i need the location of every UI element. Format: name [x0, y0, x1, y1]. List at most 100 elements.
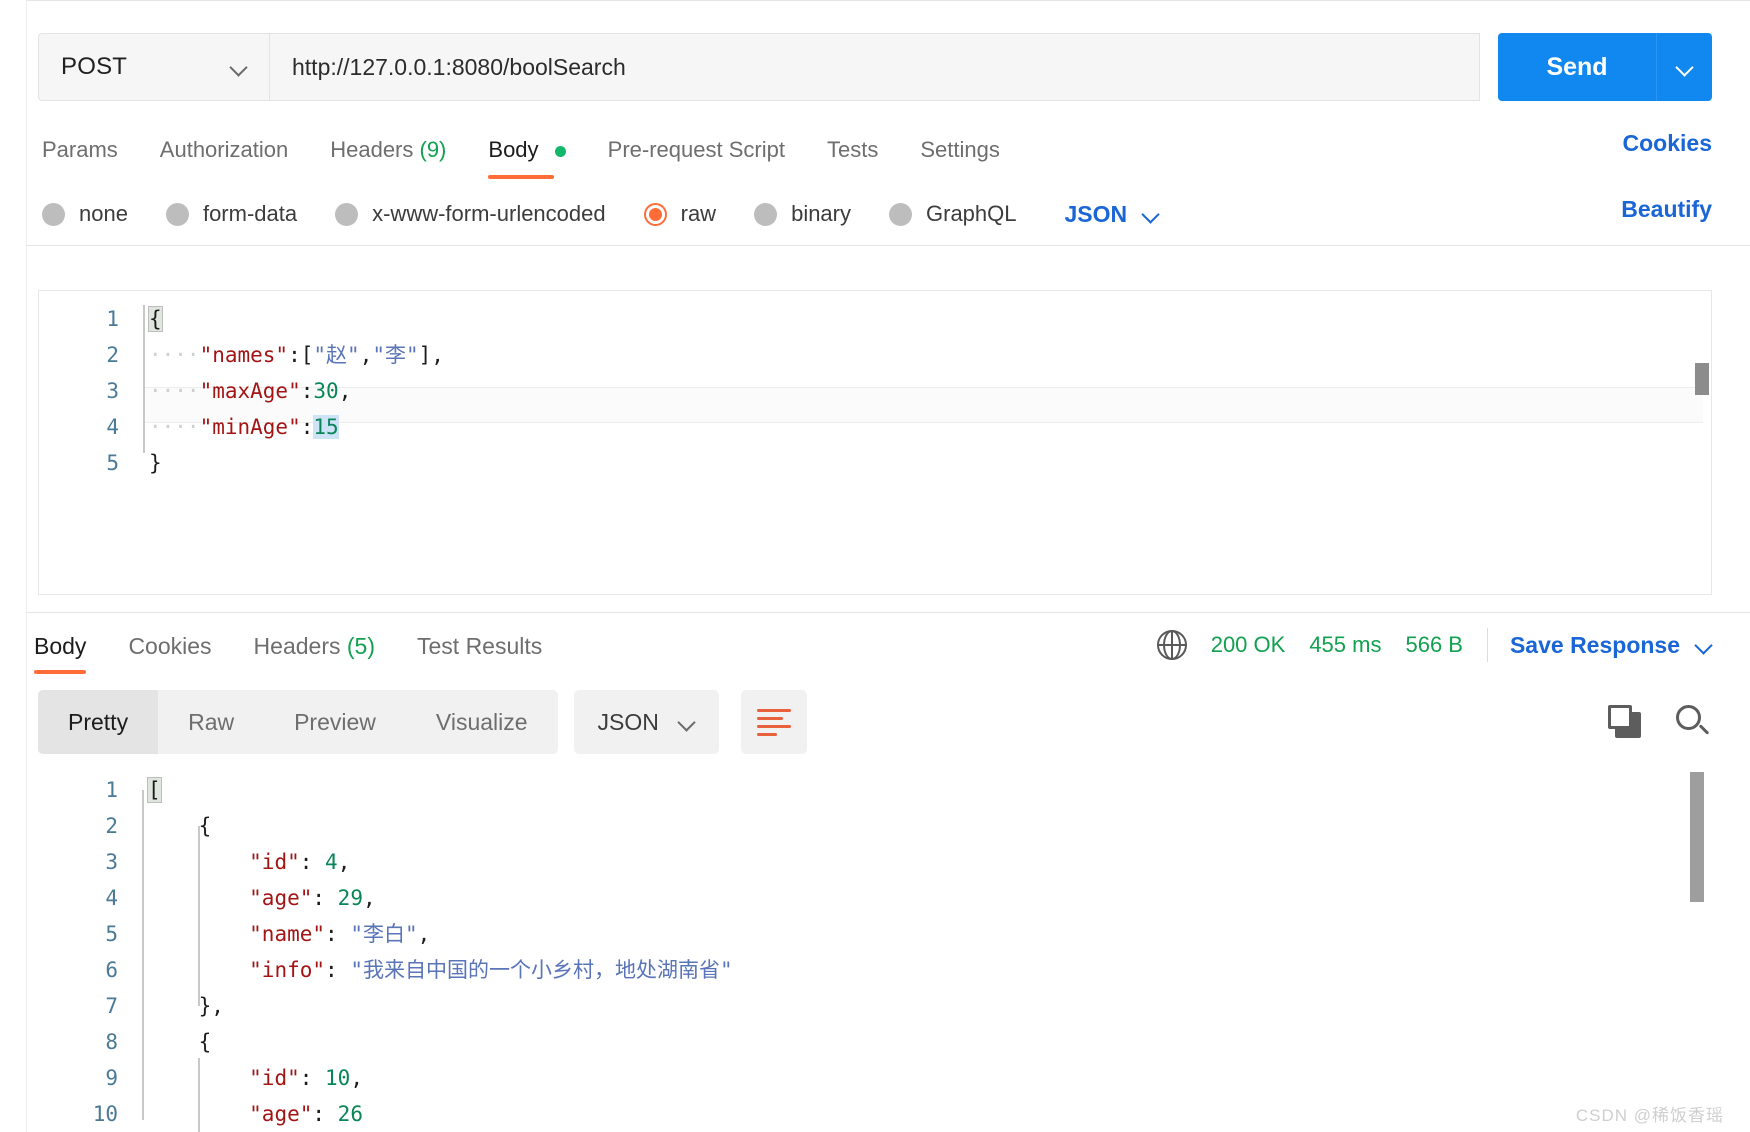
code-line: }	[149, 451, 162, 475]
method-label: POST	[61, 53, 128, 80]
view-mode-visualize[interactable]: Visualize	[406, 690, 558, 754]
watermark: CSDN @稀饭香瑶	[1575, 1106, 1724, 1125]
code-line: ····"names":["赵","李"],	[149, 343, 444, 367]
line-number: 1	[106, 307, 119, 331]
tab-label: Pre-request Script	[607, 137, 785, 162]
response-time: 455 ms	[1309, 632, 1382, 657]
tab-label: Test Results	[417, 632, 543, 659]
response-action-icons	[1608, 690, 1710, 754]
response-size: 566 B	[1405, 632, 1463, 657]
tab-params[interactable]: Params	[42, 137, 146, 163]
beautify-link[interactable]: Beautify	[1621, 196, 1712, 223]
send-button[interactable]: Send	[1498, 33, 1656, 101]
tab-body[interactable]: Body	[488, 137, 593, 179]
view-mode-raw[interactable]: Raw	[158, 690, 264, 754]
body-modified-dot-icon	[554, 145, 566, 157]
response-meta: 200 OK 455 ms 566 B Save Response	[1156, 620, 1712, 670]
response-tabs: Body Cookies Headers (5) Test Results	[34, 618, 584, 674]
body-type-graphql[interactable]: GraphQL	[889, 201, 1017, 227]
tab-label: Params	[42, 137, 118, 162]
response-tab-cookies[interactable]: Cookies	[128, 633, 211, 660]
chevron-down-icon	[1143, 206, 1159, 222]
response-body-viewer[interactable]: 1 2 3 4 5 6 7 8 9 10 [ { "id": 4, "age":…	[38, 768, 1712, 1132]
body-type-raw[interactable]: raw	[643, 201, 717, 227]
radio-label: GraphQL	[926, 201, 1017, 226]
line-number: 10	[92, 1102, 118, 1126]
raw-format-label: JSON	[1064, 200, 1128, 227]
radio-label: raw	[680, 201, 717, 226]
chevron-down-icon	[679, 714, 695, 730]
search-icon[interactable]	[1676, 705, 1710, 739]
view-mode-preview[interactable]: Preview	[264, 690, 406, 754]
code-line: "info": "我来自中国的一个小乡村，地处湖南省"	[249, 958, 733, 982]
save-response-button[interactable]: Save Response	[1510, 632, 1680, 659]
status-badge: 200 OK	[1210, 632, 1286, 657]
response-tab-test-results[interactable]: Test Results	[417, 633, 542, 660]
tab-tests[interactable]: Tests	[827, 137, 906, 163]
view-mode-pretty[interactable]: Pretty	[38, 690, 159, 754]
body-type-none[interactable]: none	[42, 201, 128, 227]
editor-scrollbar[interactable]	[1695, 363, 1709, 395]
active-tab-underline	[34, 669, 87, 674]
code-line: },	[198, 994, 224, 1018]
code-line: "name": "李白",	[249, 922, 431, 946]
response-tab-body[interactable]: Body	[34, 632, 87, 674]
radio-icon	[165, 202, 189, 226]
cookies-link[interactable]: Cookies	[1623, 130, 1712, 157]
request-body-editor[interactable]: 1 2 3 4 5 { ····"names":["赵","李"], ····"…	[38, 290, 1712, 595]
request-code: { ····"names":["赵","李"], ····"maxAge":30…	[148, 301, 1701, 481]
tab-label: Tests	[826, 137, 879, 162]
tab-settings[interactable]: Settings	[920, 137, 1028, 163]
line-number: 2	[105, 814, 118, 838]
tab-pre-request-script[interactable]: Pre-request Script	[608, 137, 813, 163]
body-type-binary[interactable]: binary	[754, 201, 851, 227]
request-line-numbers: 1 2 3 4 5	[39, 301, 119, 481]
code-line: "id": 10,	[249, 1066, 363, 1090]
tab-headers[interactable]: Headers (9)	[330, 137, 474, 163]
chevron-down-icon	[1677, 59, 1693, 75]
globe-icon	[1156, 630, 1187, 660]
tab-label: Body	[34, 632, 87, 659]
code-line: "age": 29,	[249, 886, 376, 910]
meta-divider	[1486, 628, 1488, 662]
radio-label: form-data	[202, 201, 298, 226]
radio-icon	[42, 202, 65, 226]
response-divider	[26, 612, 1750, 613]
wrap-lines-icon	[756, 709, 791, 736]
code-line: ····"minAge":15	[149, 415, 339, 439]
radio-label: x-www-form-urlencoded	[372, 201, 606, 226]
code-line: {	[198, 1030, 212, 1054]
response-scrollbar[interactable]	[1690, 772, 1704, 902]
url-input[interactable]: http://127.0.0.1:8080/boolSearch	[270, 33, 1480, 101]
line-number: 8	[105, 1030, 118, 1054]
line-number: 4	[105, 886, 118, 910]
tab-authorization[interactable]: Authorization	[160, 137, 316, 163]
response-view-toolbar: Pretty Raw Preview Visualize JSON	[38, 690, 807, 754]
copy-icon[interactable]	[1608, 705, 1642, 739]
response-code: [ { "id": 4, "age": 29, "name": "李白", "i…	[147, 772, 1672, 1132]
body-section-divider	[26, 245, 1750, 246]
line-number: 1	[105, 778, 118, 802]
line-number: 4	[106, 415, 119, 439]
response-format-label: JSON	[597, 708, 659, 735]
response-format-dropdown[interactable]: JSON	[573, 690, 719, 754]
fold-gutter	[142, 790, 144, 1120]
wrap-lines-button[interactable]	[740, 690, 807, 754]
code-line: [	[147, 777, 162, 803]
code-line: "id": 4,	[249, 850, 351, 874]
raw-format-dropdown[interactable]: JSON	[1065, 201, 1160, 228]
response-tab-headers[interactable]: Headers (5)	[254, 633, 375, 660]
send-options-button[interactable]	[1656, 33, 1712, 101]
url-text: http://127.0.0.1:8080/boolSearch	[292, 53, 626, 80]
active-tab-underline	[488, 175, 555, 179]
body-type-form-data[interactable]: form-data	[165, 201, 298, 227]
body-type-urlencoded[interactable]: x-www-form-urlencoded	[335, 201, 606, 227]
method-dropdown[interactable]: POST	[38, 33, 270, 101]
radio-label: binary	[791, 201, 851, 226]
line-number: 3	[106, 379, 119, 403]
left-divider	[26, 0, 27, 1132]
radio-icon	[754, 202, 778, 226]
chevron-down-icon[interactable]	[1696, 637, 1712, 653]
response-view-segmented: Pretty Raw Preview Visualize	[38, 690, 558, 754]
radio-label: none	[79, 201, 128, 226]
